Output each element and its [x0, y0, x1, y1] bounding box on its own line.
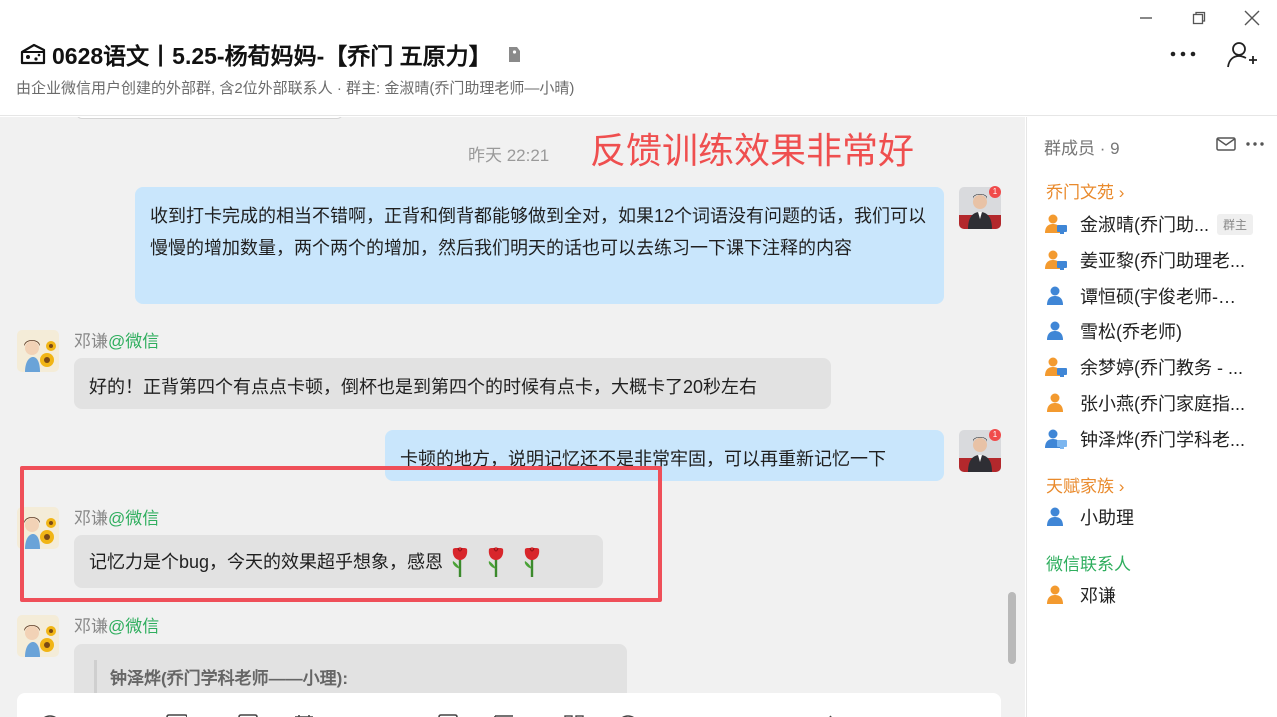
calendar-icon[interactable]: [293, 713, 315, 717]
group-type-icon: [18, 39, 48, 69]
message-text: 记忆力是个bug，今天的效果超乎想象，感恩: [89, 551, 444, 572]
rose-emoji-group: [447, 545, 545, 579]
member-name: 小助理: [1080, 508, 1134, 528]
member-count-title: 群成员 · 9: [1044, 139, 1120, 158]
chat-scrollbar[interactable]: [1008, 592, 1016, 664]
owner-badge: 群主: [1217, 213, 1254, 235]
member-name: 余梦婷(乔门教务 - ...: [1080, 358, 1243, 378]
member-person-icon: [1044, 213, 1068, 235]
section-tianfu-jiazu[interactable]: 天赋家族 ›: [1046, 472, 1124, 497]
member-sidebar: 群成员 · 9 乔门文苑 › 金淑晴(乔门助... 群主 姜亚黎(乔门助理老..…: [1026, 117, 1277, 717]
message-text: 收到打卡完成的相当不错啊，正背和倒背都能够做到全对，如果12个词语没有问题的话，…: [150, 206, 927, 258]
member-name: 张小燕(乔门家庭指...: [1080, 394, 1245, 414]
member-item[interactable]: 张小燕(乔门家庭指...: [1044, 388, 1266, 418]
sender-source: @微信: [108, 617, 160, 636]
sender-name: 邓谦@微信: [74, 504, 159, 529]
previous-message-fragment: [76, 117, 343, 119]
image-icon[interactable]: [237, 713, 259, 717]
member-item[interactable]: 余梦婷(乔门教务 - ...: [1044, 352, 1266, 382]
sender-avatar[interactable]: [17, 615, 59, 657]
screen-share-icon[interactable]: [437, 713, 459, 717]
member-person-icon: [1044, 320, 1068, 342]
sidebar-more-icon[interactable]: [1245, 137, 1265, 151]
close-icon[interactable]: [1240, 6, 1264, 30]
clock-icon[interactable]: [617, 713, 639, 717]
member-person-icon: [1044, 392, 1068, 414]
member-item[interactable]: 金淑晴(乔门助... 群主: [1044, 209, 1266, 239]
title-row: 0628语文丨5.25-杨荀妈妈-【乔门 五原力】: [18, 36, 522, 72]
sender-name-text: 邓谦: [74, 509, 108, 528]
restore-icon[interactable]: [1187, 6, 1211, 30]
sender-name: 邓谦@微信: [74, 612, 159, 637]
add-member-icon[interactable]: [1226, 40, 1258, 70]
unread-badge: 1: [989, 429, 1001, 441]
member-name: 谭恒硕(宇俊老师-乔...: [1080, 287, 1250, 307]
annotation-label: 反馈训练效果非常好: [590, 130, 915, 171]
voice-call-icon[interactable]: [817, 713, 839, 717]
message-timestamp: 昨天 22:21: [468, 146, 550, 165]
member-item[interactable]: 邓谦: [1044, 580, 1266, 610]
document-icon[interactable]: [493, 713, 515, 717]
apps-icon[interactable]: [563, 713, 585, 717]
section-qiaomen-wenyuan[interactable]: 乔门文苑 ›: [1046, 178, 1124, 203]
sender-name: 邓谦@微信: [74, 327, 159, 352]
quoted-author: 钟泽烨(乔门学科老师——小理):: [110, 669, 348, 688]
message-bubble-incoming[interactable]: 好的！正背第四个有点点卡顿，倒杯也是到第四个的时候有点卡，大概卡了20秒左右: [74, 358, 831, 409]
more-options-icon[interactable]: [1168, 42, 1198, 66]
message-bubble-outgoing[interactable]: 卡顿的地方，说明记忆还不是非常牢固，可以再重新记忆一下: [385, 430, 944, 481]
member-item[interactable]: 小助理: [1044, 502, 1266, 532]
folder-icon[interactable]: [165, 713, 188, 717]
sender-avatar[interactable]: [17, 507, 59, 549]
member-name: 姜亚黎(乔门助理老...: [1080, 251, 1245, 271]
chat-area[interactable]: 昨天 22:21 反馈训练效果非常好 收到打卡完成的相当不错啊，正背和倒背都能够…: [0, 117, 1025, 717]
group-subtitle: 由企业微信用户创建的外部群, 含2位外部联系人 · 群主: 金淑晴(乔门助理老师…: [16, 80, 575, 97]
member-person-icon: [1044, 584, 1068, 606]
message-text: 好的！正背第四个有点点卡顿，倒杯也是到第四个的时候有点卡，大概卡了20秒左右: [89, 377, 758, 397]
message-bubble-incoming[interactable]: 记忆力是个bug，今天的效果超乎想象，感恩: [74, 535, 603, 588]
sender-avatar[interactable]: [17, 330, 59, 372]
chat-header: 0628语文丨5.25-杨荀妈妈-【乔门 五原力】 由企业微信用户创建的外部群,…: [0, 0, 1277, 116]
member-name: 金淑晴(乔门助...: [1080, 215, 1209, 235]
external-group-tag-icon: [508, 47, 520, 62]
member-item[interactable]: 谭恒硕(宇俊老师-乔...: [1044, 281, 1266, 311]
emoji-icon[interactable]: [39, 713, 61, 717]
sender-source: @微信: [108, 509, 160, 528]
member-person-icon: [1044, 428, 1068, 450]
member-person-icon: [1044, 506, 1068, 528]
sender-name-text: 邓谦: [74, 617, 108, 636]
member-person-icon: [1044, 249, 1068, 271]
unread-badge: 1: [989, 186, 1001, 198]
sender-source: @微信: [108, 332, 160, 351]
message-input-toolbar[interactable]: [17, 693, 1001, 717]
mail-icon[interactable]: [1216, 136, 1236, 152]
rose-icon: [524, 546, 540, 577]
member-item[interactable]: 雪松(乔老师): [1044, 316, 1266, 346]
message-text: 卡顿的地方，说明记忆还不是非常牢固，可以再重新记忆一下: [400, 449, 886, 469]
message-bubble-outgoing[interactable]: 收到打卡完成的相当不错啊，正背和倒背都能够做到全对，如果12个词语没有问题的话，…: [135, 187, 944, 304]
section-wechat-contacts[interactable]: 微信联系人: [1046, 550, 1131, 575]
rose-icon: [488, 546, 504, 577]
member-person-icon: [1044, 356, 1068, 378]
minimize-icon[interactable]: [1134, 6, 1158, 30]
member-name: 雪松(乔老师): [1080, 322, 1182, 342]
page-title: 0628语文丨5.25-杨荀妈妈-【乔门 五原力】: [52, 43, 492, 69]
member-person-icon: [1044, 285, 1068, 307]
rose-icon: [452, 546, 468, 577]
member-name: 钟泽烨(乔门学科老...: [1080, 430, 1245, 450]
member-item[interactable]: 姜亚黎(乔门助理老...: [1044, 245, 1266, 275]
sender-name-text: 邓谦: [74, 332, 108, 351]
member-name: 邓谦: [1080, 586, 1116, 606]
member-item[interactable]: 钟泽烨(乔门学科老...: [1044, 424, 1266, 454]
